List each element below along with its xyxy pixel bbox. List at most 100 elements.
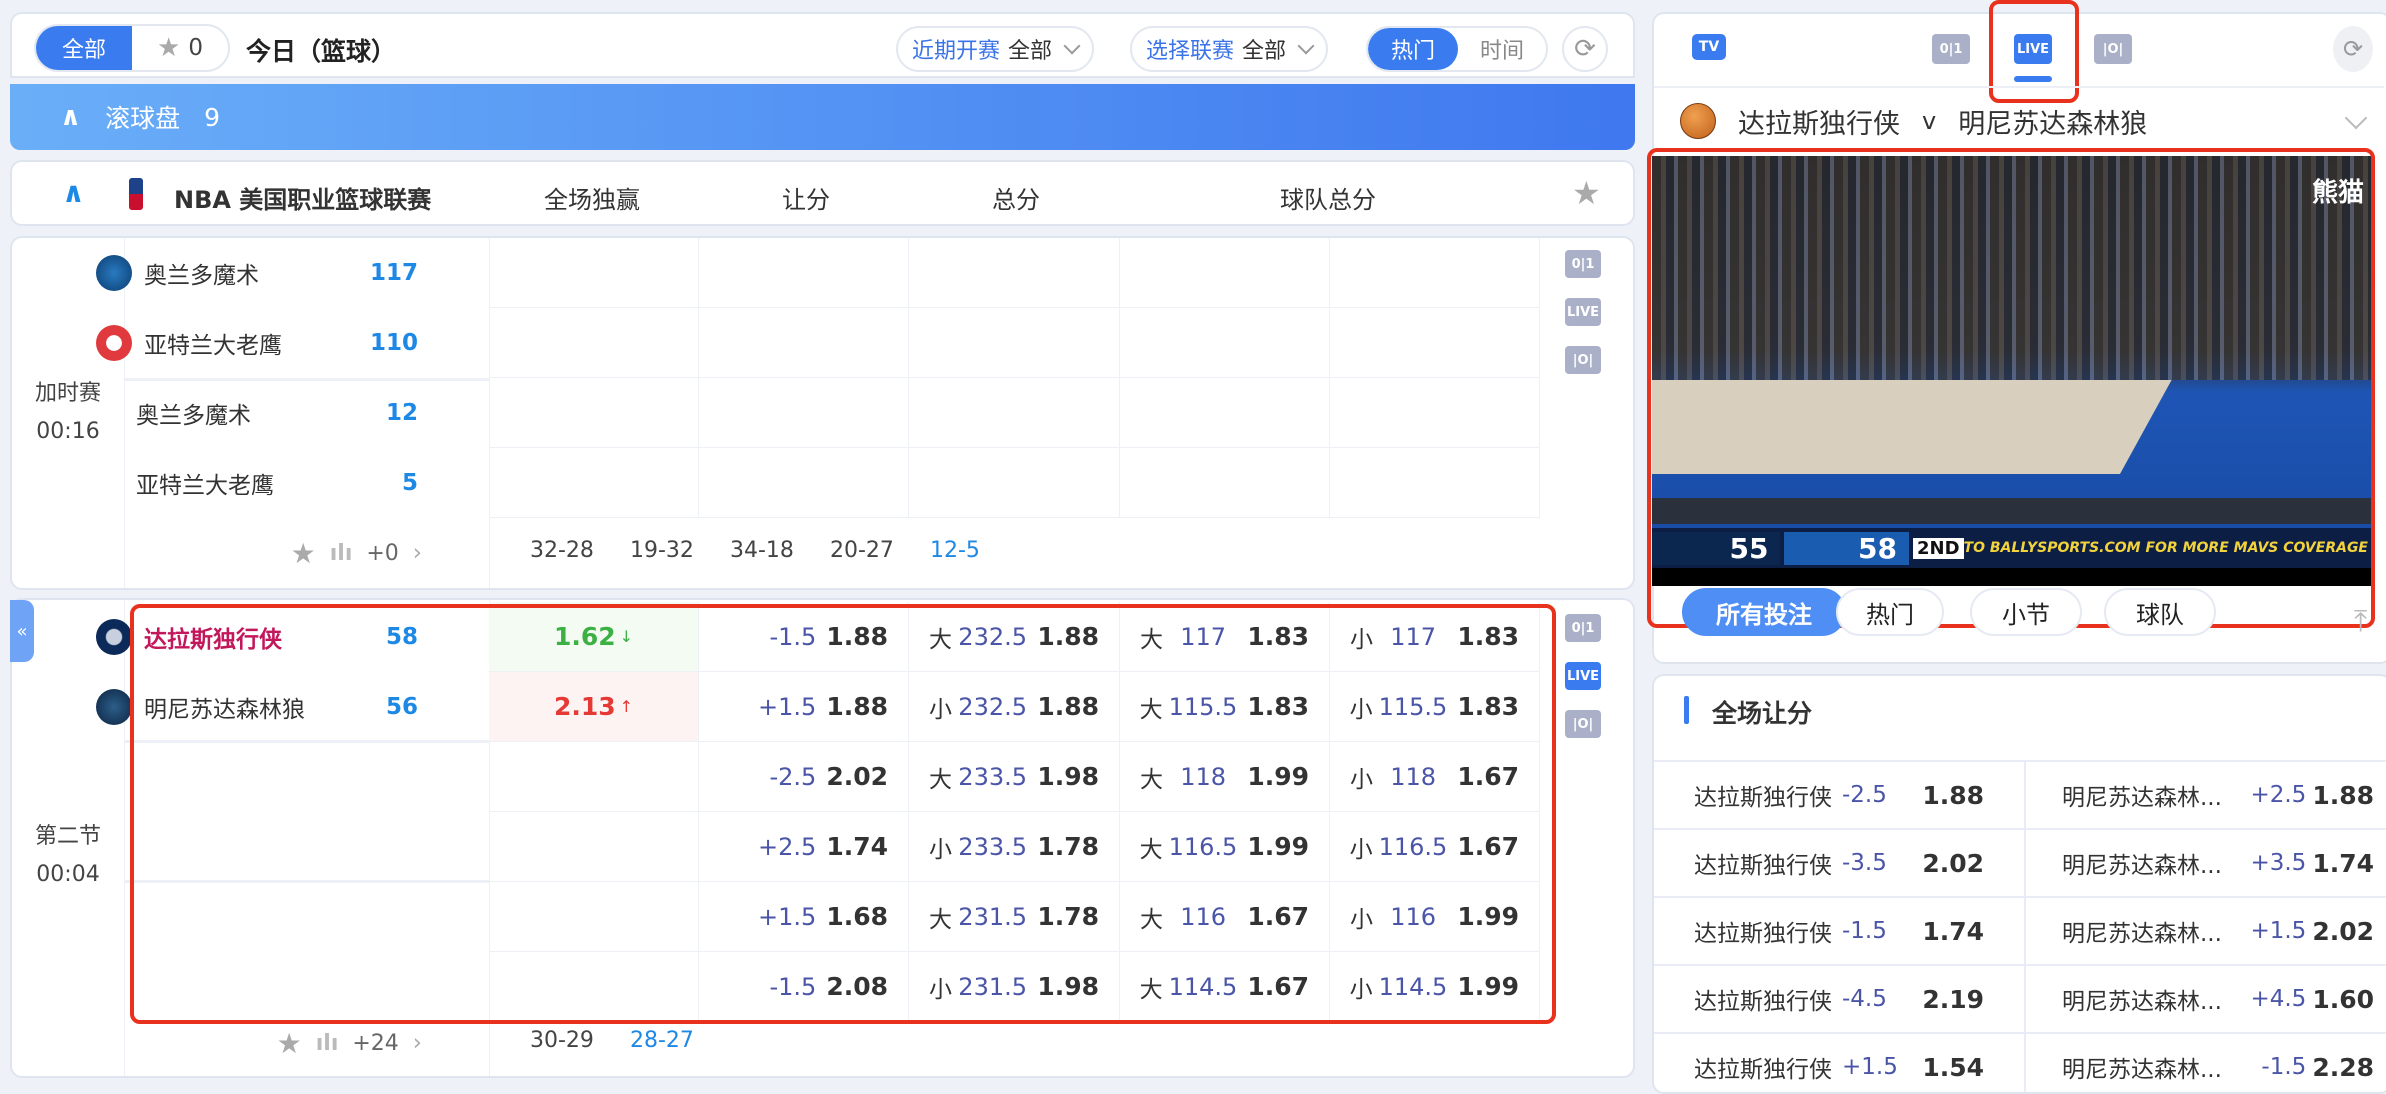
team-score: 117 <box>369 260 418 286</box>
team-name: 达拉斯独行侠 <box>1694 853 1832 879</box>
field-tab[interactable]: |O| <box>2094 34 2132 64</box>
sidebar-collapse-tab[interactable]: « <box>10 600 34 662</box>
sort-hot[interactable]: 热门 <box>1368 28 1458 70</box>
col-moneyline: 全场独赢 <box>544 186 640 214</box>
collapse-league-icon[interactable]: ∧ <box>62 176 85 209</box>
league-header: ∧ NBA 美国职业篮球联赛 全场独赢 让分 总分 球队总分 ★ <box>10 160 1635 226</box>
stats-icon[interactable]: ılı <box>316 1031 339 1056</box>
empty-odds-cell <box>699 238 909 308</box>
highlight-box-video <box>1647 148 2375 628</box>
spread-option-away[interactable]: 明尼苏达森林... +1.5 2.02 <box>2028 898 2386 964</box>
spread-row: 达拉斯独行侠 +1.5 1.54 明尼苏达森林... -1.5 2.28 <box>1654 1032 2386 1092</box>
empty-odds-cell <box>489 448 699 518</box>
scroll-top-icon[interactable]: ⤒ <box>2354 604 2367 639</box>
bet-tab[interactable]: 小节 <box>1970 588 2082 636</box>
bet-tab[interactable]: 球队 <box>2104 588 2216 636</box>
spread-row: 达拉斯独行侠 -4.5 2.19 明尼苏达森林... +4.5 1.60 <box>1654 964 2386 1032</box>
basketball-icon <box>1680 103 1716 139</box>
bet-tab[interactable]: 所有投注 <box>1682 588 1846 636</box>
refresh-button[interactable]: ⟳ <box>1562 26 1608 72</box>
nba-logo-icon <box>129 178 143 210</box>
handicap-odds: 2.19 <box>1922 984 1984 1014</box>
quarter-score: 12-5 <box>930 538 980 563</box>
highlight-box-odds <box>130 604 1556 1024</box>
handicap-line: +3.5 <box>2250 850 2307 876</box>
handicap-line: -1.5 <box>2261 1054 2307 1080</box>
team-row[interactable]: 亚特兰大老鹰 5 <box>96 448 418 518</box>
recent-dropdown[interactable]: 近期开赛 全部 <box>896 26 1095 72</box>
match-period: 第二节 00:04 <box>12 818 124 894</box>
league-value: 全部 <box>1242 39 1287 64</box>
scoreboard-icon[interactable]: 0|1 <box>1565 614 1601 642</box>
empty-odds-cell <box>489 238 699 308</box>
fav-count: 0 <box>188 35 203 61</box>
field-icon[interactable]: |O| <box>1565 710 1601 738</box>
field-icon[interactable]: |O| <box>1565 346 1601 374</box>
col-handicap: 让分 <box>782 186 830 214</box>
col-team-total: 球队总分 <box>1280 186 1376 214</box>
spread-row: 达拉斯独行侠 -1.5 1.74 明尼苏达森林... +1.5 2.02 <box>1654 896 2386 964</box>
all-filter[interactable]: 全部 ★ 0 <box>34 24 230 72</box>
star-icon[interactable]: ★ <box>1572 174 1601 212</box>
refresh-button[interactable]: ⟳ <box>2333 26 2373 72</box>
empty-odds-cell <box>699 448 909 518</box>
handicap-odds: 1.88 <box>2312 780 2374 810</box>
star-icon[interactable]: ★ <box>291 537 316 570</box>
spread-option-away[interactable]: 明尼苏达森林... +3.5 1.74 <box>2028 830 2386 896</box>
more-markets-link[interactable]: +0 <box>366 541 398 566</box>
live-icon[interactable]: LIVE <box>1565 298 1601 326</box>
quarter-score: 30-29 <box>530 1028 594 1053</box>
all-button[interactable]: 全部 <box>36 26 132 70</box>
spread-option-home[interactable]: 达拉斯独行侠 +1.5 1.54 <box>1654 1034 2026 1092</box>
handicap-line: -4.5 <box>1842 986 1887 1012</box>
star-icon[interactable]: ★ <box>277 1027 302 1060</box>
team-score: 110 <box>369 330 418 356</box>
team-logo-icon <box>96 689 132 725</box>
league-dropdown[interactable]: 选择联赛 全部 <box>1130 26 1329 72</box>
handicap-line: +2.5 <box>2250 782 2307 808</box>
handicap-odds: 2.28 <box>2312 1052 2374 1082</box>
banner-label: 滚球盘 <box>105 104 181 133</box>
empty-odds-cell <box>699 308 909 378</box>
more-markets-link[interactable]: +24 <box>352 1031 398 1056</box>
handicap-line: -2.5 <box>1842 782 1887 808</box>
empty-odds-cell <box>1330 238 1540 308</box>
quarter-score: 19-32 <box>630 538 694 563</box>
spread-option-home[interactable]: 达拉斯独行侠 -3.5 2.02 <box>1654 830 2026 896</box>
handicap-odds: 1.74 <box>2312 848 2374 878</box>
team-score: 12 <box>385 400 418 426</box>
chevron-up-icon: ∧ <box>60 102 82 132</box>
favorites-button[interactable]: ★ 0 <box>132 26 228 70</box>
team-name: 奥兰多魔术 <box>136 403 251 429</box>
spread-card: 全场让分 达拉斯独行侠 -2.5 1.88 明尼苏达森林... +2.5 1.88 达拉斯独… <box>1652 674 2386 1094</box>
spread-option-away[interactable]: 明尼苏达森林... -1.5 2.28 <box>2028 1034 2386 1092</box>
spread-option-away[interactable]: 明尼苏达森林... +2.5 1.88 <box>2028 762 2386 828</box>
live-icon[interactable]: LIVE <box>1565 662 1601 690</box>
sort-toggle[interactable]: 热门 时间 <box>1366 26 1548 72</box>
team-row[interactable]: 奥兰多魔术 117 <box>96 238 418 308</box>
stats-icon[interactable]: ılı <box>330 541 353 566</box>
handicap-odds: 1.88 <box>1922 780 1984 810</box>
col-total: 总分 <box>992 186 1040 214</box>
handicap-odds: 1.60 <box>2312 984 2374 1014</box>
bet-tab[interactable]: 热门 <box>1836 588 1944 636</box>
chevron-down-icon <box>1297 37 1315 55</box>
team-row[interactable]: 奥兰多魔术 12 <box>96 378 418 448</box>
handicap-line: -3.5 <box>1842 850 1887 876</box>
team-logo-icon <box>96 619 132 655</box>
divider <box>1654 86 2384 88</box>
live-banner[interactable]: ∧ 滚球盘 9 <box>10 84 1635 150</box>
spread-option-home[interactable]: 达拉斯独行侠 -4.5 2.19 <box>1654 966 2026 1032</box>
spread-option-home[interactable]: 达拉斯独行侠 -1.5 1.74 <box>1654 898 2026 964</box>
spread-option-away[interactable]: 明尼苏达森林... +4.5 1.60 <box>2028 966 2386 1032</box>
team-row[interactable]: 亚特兰大老鹰 110 <box>96 308 418 378</box>
empty-odds-cell <box>1120 448 1330 518</box>
match-footer: ★ ılı +24 › <box>202 1018 422 1068</box>
match-footer: ★ ılı +0 › <box>202 528 422 578</box>
tv-icon[interactable]: TV <box>1692 34 1726 60</box>
match-selector[interactable]: 达拉斯独行侠 v 明尼苏达森林狼 <box>1680 98 2380 144</box>
scoreboard-tab[interactable]: 0|1 <box>1932 34 1970 64</box>
scoreboard-icon[interactable]: 0|1 <box>1565 250 1601 278</box>
spread-option-home[interactable]: 达拉斯独行侠 -2.5 1.88 <box>1654 762 2026 828</box>
sort-time[interactable]: 时间 <box>1458 28 1546 70</box>
